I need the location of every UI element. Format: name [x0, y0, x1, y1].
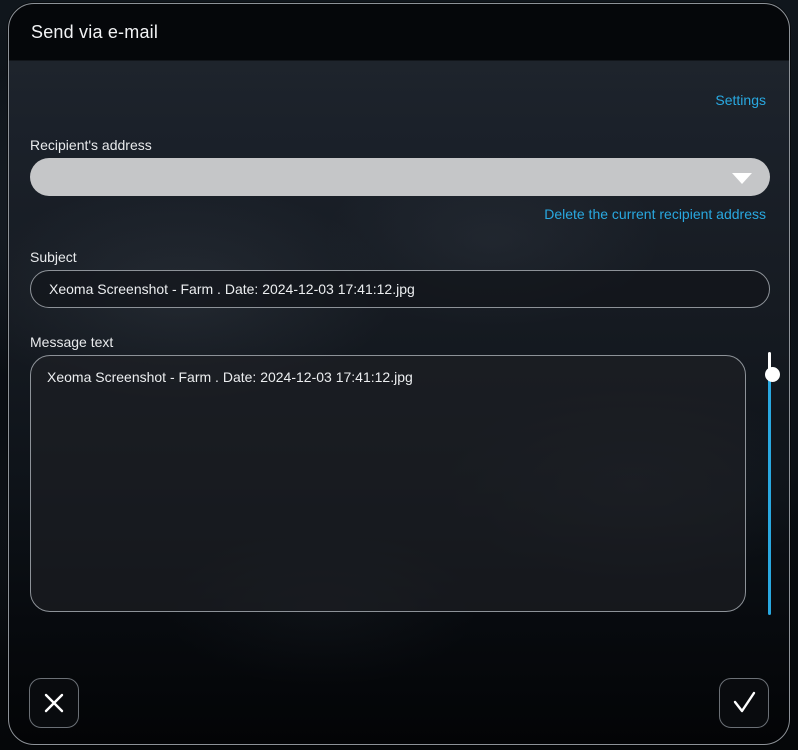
chevron-down-icon [732, 173, 752, 184]
message-scrollbar[interactable] [765, 352, 780, 615]
close-icon [39, 688, 69, 718]
delete-recipient-row: Delete the current recipient address [544, 206, 766, 224]
dialog-title: Send via e-mail [31, 22, 159, 42]
message-text-input[interactable] [30, 355, 746, 612]
message-text-label: Message text [30, 334, 114, 350]
recipient-address-dropdown[interactable] [30, 158, 770, 196]
check-icon [729, 688, 759, 718]
delete-recipient-address-link[interactable]: Delete the current recipient address [544, 206, 766, 222]
settings-link[interactable]: Settings [715, 92, 766, 108]
dialog-body: Settings Recipient's address Delete the … [9, 61, 789, 744]
cancel-button[interactable] [29, 678, 79, 728]
scrollbar-track-lower [768, 374, 771, 615]
subject-label: Subject [30, 249, 77, 265]
message-text-wrapper [30, 355, 746, 612]
scrollbar-handle[interactable] [765, 367, 780, 382]
confirm-button[interactable] [719, 678, 769, 728]
recipient-address-label: Recipient's address [30, 137, 152, 153]
send-via-email-dialog: Send via e-mail Settings Recipient's add… [8, 3, 790, 745]
settings-link-row: Settings [715, 92, 766, 110]
dialog-titlebar: Send via e-mail [9, 4, 789, 61]
subject-input[interactable] [30, 270, 770, 308]
